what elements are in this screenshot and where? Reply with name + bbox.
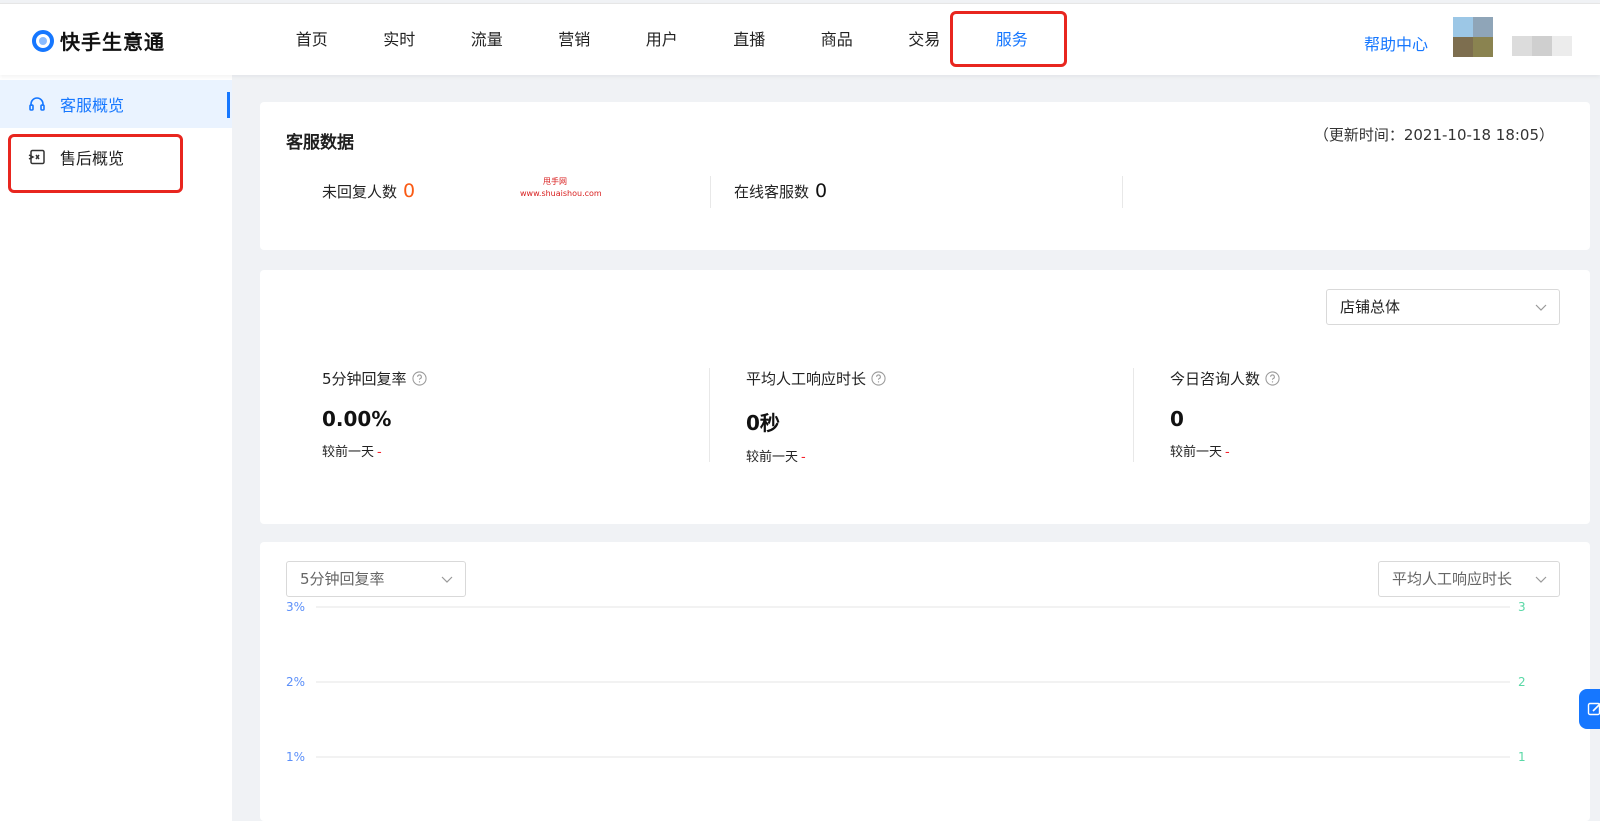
logo-text: 快手生意通 — [60, 30, 165, 54]
unreplied-value[interactable]: 0 — [403, 180, 415, 202]
metric-today-consult-count: 今日咨询人数 0 较前一天 - — [1170, 368, 1280, 460]
nav-item-home[interactable]: 首页 — [268, 4, 356, 76]
highlight-box-aftersale — [8, 134, 183, 193]
update-time: （更新时间：2021-10-18 18:05） — [1313, 126, 1554, 144]
feedback-edit-button[interactable] — [1579, 689, 1600, 729]
sidebar: 客服概览 售后概览 — [0, 75, 232, 821]
edit-icon — [1587, 702, 1600, 716]
nav-item-marketing[interactable]: 营销 — [531, 4, 619, 76]
metric-avg-response-time: 平均人工响应时长 0秒 较前一天 - — [746, 368, 886, 465]
online-stat: 在线客服数 0 — [734, 180, 827, 202]
metric-value: 0.00% — [322, 407, 392, 431]
divider — [709, 368, 710, 462]
metric-label: 平均人工响应时长 — [746, 370, 867, 388]
watermark: 甩手网 www.shuaishou.com — [520, 176, 602, 200]
card-title: 客服数据 — [286, 133, 354, 153]
y-left-tick-label: 1% — [286, 750, 305, 764]
sidebar-item-service-overview[interactable]: 客服概览 — [0, 80, 232, 128]
metrics-card: 店铺总体 5分钟回复率 0.00% 较前一天 - 平均人工响应时长 0秒 较前一天… — [260, 270, 1590, 524]
nav-item-live[interactable]: 直播 — [706, 4, 794, 76]
y-left-tick-label: 3% — [286, 600, 305, 614]
watermark-line1: 甩手网 — [543, 177, 567, 186]
nav-item-realtime[interactable]: 实时 — [356, 4, 444, 76]
username-blurred[interactable] — [1512, 36, 1572, 56]
unreplied-label: 未回复人数 — [322, 183, 398, 201]
online-label: 在线客服数 — [734, 183, 810, 201]
chevron-down-icon — [1535, 304, 1547, 311]
help-center-link[interactable]: 帮助中心 — [1364, 31, 1428, 55]
compare-label: 较前一天 — [1170, 445, 1223, 460]
compare-value: - — [801, 450, 806, 465]
compare-label: 较前一天 — [322, 445, 375, 460]
help-question-icon[interactable] — [1265, 371, 1280, 386]
logo-icon — [32, 29, 54, 52]
unreplied-stat: 未回复人数 0 — [322, 180, 415, 202]
watermark-line2: www.shuaishou.com — [520, 189, 602, 198]
divider — [1133, 368, 1134, 462]
avatar[interactable] — [1453, 17, 1493, 57]
y-right-tick-label: 1 — [1518, 750, 1526, 764]
service-data-card: 客服数据 （更新时间：2021-10-18 18:05） 未回复人数 0 甩手网… — [260, 102, 1590, 250]
online-value: 0 — [815, 180, 828, 202]
compare-value: - — [377, 445, 382, 460]
divider — [1122, 176, 1123, 208]
metric-5min-reply-rate: 5分钟回复率 0.00% 较前一天 - — [322, 368, 427, 460]
help-question-icon[interactable] — [411, 371, 427, 386]
y-left-tick-label: 2% — [286, 675, 305, 689]
compare-label: 较前一天 — [746, 450, 799, 465]
main-nav: 首页 实时 流量 营销 用户 直播 商品 交易 服务 — [268, 4, 1056, 76]
app-logo[interactable]: 快手生意通 — [32, 26, 165, 55]
sidebar-item-label: 客服概览 — [60, 96, 125, 115]
y-right-tick-label: 2 — [1518, 675, 1526, 689]
help-question-icon[interactable] — [871, 371, 886, 386]
scope-select-value: 店铺总体 — [1340, 298, 1401, 316]
headset-icon — [28, 95, 46, 113]
line-chart: 3% 3 2% 2 1% 1 — [286, 600, 1526, 764]
chart-card: 5分钟回复率 平均人工响应时长 3% 3 2% 2 1% 1 — [260, 542, 1590, 821]
y-right-tick-label: 3 — [1518, 600, 1526, 614]
top-bar: 快手生意通 首页 实时 流量 营销 用户 直播 商品 交易 服务 帮助中心 — [0, 3, 1600, 75]
metric-value: 0 — [1170, 407, 1184, 431]
metric-label: 今日咨询人数 — [1170, 370, 1261, 388]
highlight-box-service — [950, 11, 1067, 67]
nav-item-users[interactable]: 用户 — [618, 4, 706, 76]
nav-item-traffic[interactable]: 流量 — [443, 4, 531, 76]
compare-value: - — [1225, 445, 1230, 460]
nav-item-products[interactable]: 商品 — [793, 4, 881, 76]
divider — [710, 176, 711, 208]
metric-value: 0秒 — [746, 411, 780, 435]
scope-select[interactable]: 店铺总体 — [1326, 289, 1560, 325]
metric-label: 5分钟回复率 — [322, 370, 407, 388]
